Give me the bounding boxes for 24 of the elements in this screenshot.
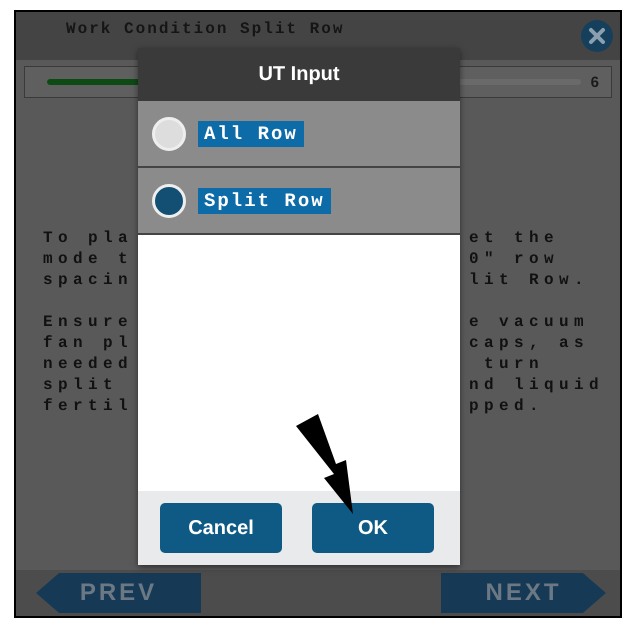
instruction-text: needed xyxy=(43,354,134,375)
step-number: 6 xyxy=(590,74,599,90)
ok-button[interactable]: OK xyxy=(312,503,434,553)
cancel-button[interactable]: Cancel xyxy=(160,503,282,553)
dialog-title: UT Input xyxy=(138,48,460,101)
instruction-text: e vacuum xyxy=(469,312,590,333)
instruction-text: mode t xyxy=(43,249,134,270)
radio-option[interactable]: Split Row xyxy=(138,168,460,235)
radio-button[interactable] xyxy=(152,116,186,150)
instruction-text: fertil xyxy=(43,396,134,417)
instruction-text: To pla xyxy=(43,228,134,249)
instruction-text: 0" row xyxy=(469,249,560,270)
radio-button[interactable] xyxy=(152,184,186,218)
radio-option[interactable]: All Row xyxy=(138,101,460,168)
instruction-text: pped. xyxy=(469,396,546,417)
instruction-text: turn xyxy=(483,354,546,375)
instruction-text: spacin xyxy=(43,270,134,291)
instruction-text: lit Row. xyxy=(469,270,590,291)
instruction-text: Ensure xyxy=(43,312,134,333)
instruction-text: fan pl xyxy=(43,333,134,354)
instruction-text: et the xyxy=(469,228,560,249)
instruction-text: caps, as xyxy=(469,333,590,354)
instruction-text: split xyxy=(43,375,120,396)
instruction-text: nd liquid xyxy=(469,375,606,396)
